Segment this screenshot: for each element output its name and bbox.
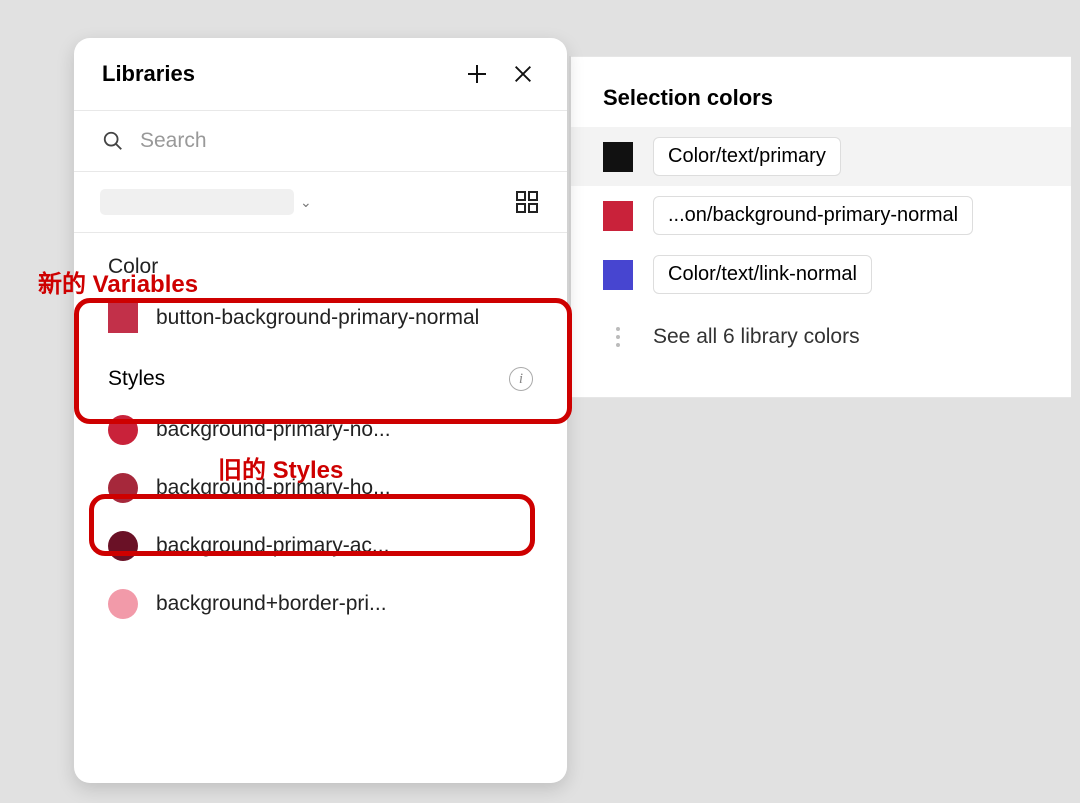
add-library-button[interactable] — [461, 58, 493, 90]
selection-color-row[interactable]: ...on/background-primary-normal — [571, 186, 1071, 245]
search-row[interactable] — [74, 111, 567, 172]
selection-color-row[interactable]: Color/text/primary — [571, 127, 1071, 186]
color-swatch — [108, 415, 138, 445]
color-swatch — [108, 589, 138, 619]
annotation-styles-label: 旧的 Styles — [218, 450, 343, 485]
see-all-colors[interactable]: See all 6 library colors — [571, 304, 1071, 370]
selection-color-label[interactable]: Color/text/primary — [653, 137, 841, 176]
style-name: background-primary-ac... — [156, 534, 389, 558]
plus-icon — [465, 62, 489, 86]
annotation-variables-label: 新的 Variables — [38, 264, 198, 299]
color-swatch — [108, 303, 138, 333]
color-swatch — [603, 142, 633, 172]
color-swatch — [603, 201, 633, 231]
grid-view-button[interactable] — [515, 190, 539, 214]
library-name-redacted — [102, 191, 292, 213]
search-input[interactable] — [140, 129, 539, 153]
color-swatch — [108, 531, 138, 561]
styles-section-header: Styles i — [74, 347, 567, 401]
chevron-down-icon: ⌄ — [300, 194, 312, 211]
close-button[interactable] — [507, 58, 539, 90]
variable-name: button-background-primary-normal — [156, 306, 479, 330]
more-icon — [603, 322, 633, 352]
color-swatch — [603, 260, 633, 290]
style-color-item[interactable]: background-primary-ac... — [74, 517, 567, 575]
selection-color-row[interactable]: Color/text/link-normal — [571, 245, 1071, 304]
library-selector-row[interactable]: ⌄ — [74, 172, 567, 233]
style-name: background+border-pri... — [156, 592, 387, 616]
grid-icon — [515, 190, 539, 214]
selection-colors-title: Selection colors — [571, 57, 1071, 127]
close-icon — [512, 63, 534, 85]
styles-section-label: Styles — [108, 367, 165, 391]
selection-colors-panel: Selection colors Color/text/primary ...o… — [571, 56, 1071, 398]
info-icon[interactable]: i — [509, 367, 533, 391]
style-color-item[interactable]: background+border-pri... — [74, 575, 567, 633]
see-all-colors-label: See all 6 library colors — [653, 325, 860, 349]
search-icon — [102, 130, 124, 152]
libraries-panel: Libraries ⌄ Color button-background-prim… — [74, 38, 567, 783]
selection-color-label[interactable]: ...on/background-primary-normal — [653, 196, 973, 235]
libraries-header: Libraries — [74, 38, 567, 111]
style-name: background-primary-no... — [156, 418, 391, 442]
color-swatch — [108, 473, 138, 503]
library-name[interactable]: ⌄ — [102, 191, 515, 213]
selection-color-label[interactable]: Color/text/link-normal — [653, 255, 872, 294]
libraries-title: Libraries — [102, 61, 447, 87]
